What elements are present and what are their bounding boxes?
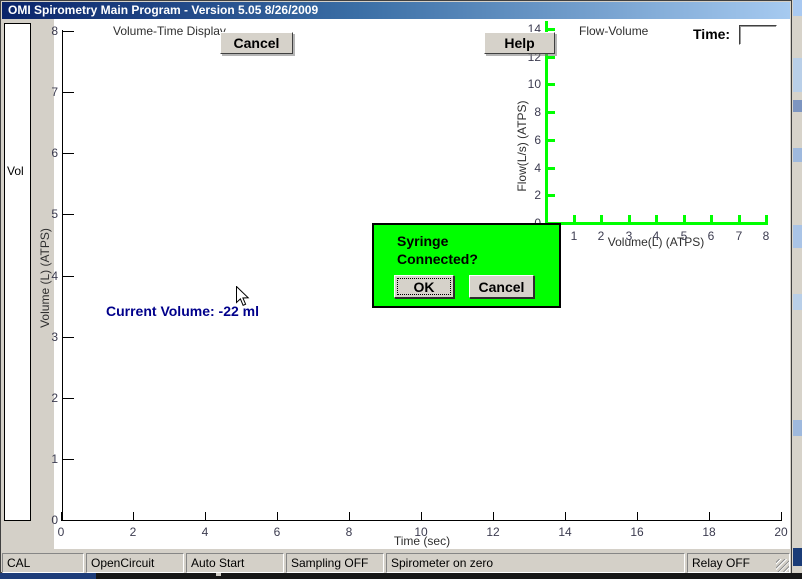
background-fragment (793, 0, 802, 16)
dialog-message-line1: Syringe (397, 232, 478, 250)
x-axis-tick (738, 215, 741, 222)
y-tick-label: 6 (26, 145, 58, 161)
status-panel-relay-off: Relay OFF (687, 553, 790, 573)
mouse-cursor-icon (236, 286, 251, 307)
x-axis-tick (765, 215, 768, 222)
x-axis-tick (349, 512, 350, 520)
background-fragment (793, 294, 802, 310)
y-axis-tick (63, 459, 74, 460)
y-tick-label: 2 (26, 390, 58, 406)
y-axis-tick (63, 153, 74, 154)
y-axis-tick (63, 31, 74, 32)
y-tick-label: 4 (26, 268, 58, 284)
x-axis-tick (600, 215, 603, 222)
x-axis-tick (683, 215, 686, 222)
x-axis-tick (573, 215, 576, 222)
status-panel-auto-start: Auto Start (186, 553, 284, 573)
time-input[interactable] (739, 25, 777, 45)
x-tick-label: 6 (257, 524, 297, 540)
y-axis-tick (548, 111, 555, 114)
y-axis-tick (63, 92, 74, 93)
y-tick-label: 6 (509, 132, 541, 148)
y-axis-tick (548, 28, 555, 31)
status-panel-cal: CAL (2, 553, 84, 573)
x-axis-tick (637, 512, 638, 520)
x-tick-label: 8 (329, 524, 369, 540)
x-tick-label: 8 (746, 228, 786, 244)
background-fragment (793, 58, 802, 92)
screen: OMI Spirometry Main Program - Version 5.… (0, 0, 802, 579)
dialog-message-line2: Connected? (397, 250, 478, 268)
x-tick-label: 12 (473, 524, 513, 540)
y-tick-label: 2 (509, 187, 541, 203)
syringe-dialog: Syringe Connected? OK Cancel (372, 223, 561, 308)
status-panel-opencircuit: OpenCircuit (86, 553, 184, 573)
bottom-edge-notch (216, 573, 221, 576)
background-fragment (793, 225, 802, 248)
x-tick-label: 16 (617, 524, 657, 540)
y-tick-label: 5 (26, 206, 58, 222)
bottom-edge-segment (0, 573, 96, 579)
app-window: OMI Spirometry Main Program - Version 5.… (0, 0, 792, 573)
bottom-edge (0, 573, 802, 579)
dialog-cancel-button[interactable]: Cancel (469, 275, 534, 298)
background-fragment (793, 420, 802, 436)
y-tick-label: 8 (509, 104, 541, 120)
x-axis-tick (565, 512, 566, 520)
x-tick-label: 18 (689, 524, 729, 540)
status-bar: CALOpenCircuitAuto StartSampling OFFSpir… (2, 552, 791, 574)
y-axis-tick (548, 83, 555, 86)
x-tick-label: 4 (185, 524, 225, 540)
background-fragment (793, 548, 802, 566)
x-tick-label: 2 (113, 524, 153, 540)
y-axis-tick (63, 214, 74, 215)
help-button[interactable]: Help (484, 32, 555, 54)
y-axis-tick (63, 337, 74, 338)
x-tick-label: 10 (401, 524, 441, 540)
x-axis-tick (655, 215, 658, 222)
x-axis-line (61, 520, 782, 521)
y-tick-label: 1 (26, 451, 58, 467)
x-axis-tick (421, 512, 422, 520)
x-axis-tick (709, 512, 710, 520)
y-axis-tick (63, 276, 74, 277)
y-axis-tick (548, 194, 555, 197)
y-axis-tick (548, 167, 555, 170)
y-axis-tick (63, 398, 74, 399)
y-tick-label: 8 (26, 23, 58, 39)
background-fragment (793, 100, 802, 112)
x-tick-label: 20 (761, 524, 801, 540)
x-axis-tick (205, 512, 206, 520)
x-axis-tick (710, 215, 713, 222)
x-axis-tick (277, 512, 278, 520)
x-axis-tick (61, 512, 62, 520)
status-panel-sampling-off: Sampling OFF (286, 553, 384, 573)
x-axis-tick (133, 512, 134, 520)
x-axis-tick (781, 512, 782, 520)
background-window-strip (792, 0, 802, 579)
cancel-button[interactable]: Cancel (220, 32, 293, 54)
x-axis-tick (493, 512, 494, 520)
y-tick-label: 3 (26, 329, 58, 345)
dialog-ok-button[interactable]: OK (394, 275, 454, 298)
x-axis-line (545, 222, 768, 225)
status-panel-spirometer-on-zero: Spirometer on zero (386, 553, 685, 573)
y-axis-tick (548, 56, 555, 59)
x-tick-label: 14 (545, 524, 585, 540)
y-axis-tick (63, 520, 74, 521)
background-fragment (793, 148, 802, 162)
y-tick-label: 10 (509, 76, 541, 92)
x-tick-label: 0 (41, 524, 81, 540)
time-label: Time: (693, 26, 730, 42)
y-tick-label: 7 (26, 84, 58, 100)
x-axis-tick (628, 215, 631, 222)
y-axis-tick (548, 139, 555, 142)
dialog-message: Syringe Connected? (397, 232, 478, 268)
y-tick-label: 4 (509, 160, 541, 176)
